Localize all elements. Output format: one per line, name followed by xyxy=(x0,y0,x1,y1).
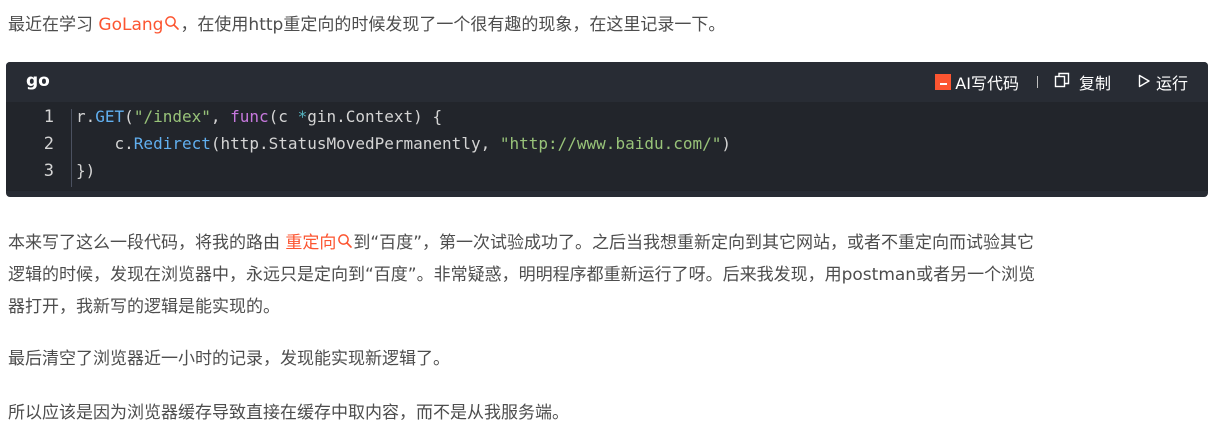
search-icon xyxy=(337,233,353,249)
copy-icon xyxy=(1054,72,1070,92)
code-token: gin.Context) { xyxy=(307,107,443,126)
run-button[interactable]: 运行 xyxy=(1137,70,1188,94)
code-token: ) xyxy=(721,134,732,153)
code-content[interactable]: 1 r.GET("/index", func(c *gin.Context) { 2… xyxy=(6,102,1208,191)
code-line: 3}) xyxy=(6,157,1208,184)
copy-label: 复制 xyxy=(1078,74,1111,93)
code-token: ( xyxy=(124,107,134,126)
line-number-divider xyxy=(71,109,72,187)
run-label: 运行 xyxy=(1155,74,1188,93)
search-icon xyxy=(164,15,180,31)
code-token: * xyxy=(297,107,308,126)
line-number: 1 xyxy=(43,106,54,127)
intro-paragraph: 最近在学习 GoLang ，在使用http重定向的时候发现了一个很有趣的现象，在这… xyxy=(8,9,1208,41)
code-token: GET xyxy=(95,107,125,126)
code-line-text: c.Redirect(http.StatusMovedPermanently, … xyxy=(62,134,732,153)
code-toolbar: AI写代码 复制 运行 xyxy=(935,70,1188,94)
keyword-link-golang[interactable]: GoLang xyxy=(98,15,180,35)
code-token: (c xyxy=(268,107,298,126)
ai-code-label: AI写代码 xyxy=(955,74,1019,93)
code-line-text: }) xyxy=(62,161,95,180)
keyword-link-redirect[interactable]: 重定向 xyxy=(285,233,353,253)
explanation-paragraph: 本来写了这么一段代码，将我的路由 重定向 到“百度”，第一次试验成功了。之后当我想… xyxy=(8,227,1208,323)
explanation-text-before: 本来写了这么一段代码，将我的路由 xyxy=(8,233,286,253)
code-token: func xyxy=(230,107,269,126)
code-token: "/index" xyxy=(133,107,211,126)
code-language-label: go xyxy=(26,71,50,91)
code-token: "http://www.baidu.com/" xyxy=(499,134,722,153)
code-token: , xyxy=(210,107,231,126)
explanation-line-1: 本来写了这么一段代码，将我的路由 重定向 到“百度”，第一次试验成功了。之后当我想… xyxy=(8,227,1208,259)
code-block: go AI写代码 复制 运行 1 r.GET("/index", func(c … xyxy=(6,62,1208,197)
intro-text-before: 最近在学习 xyxy=(8,15,99,35)
code-token: c. xyxy=(76,134,134,153)
code-token: r. xyxy=(76,107,96,126)
code-line: 2 c.Redirect(http.StatusMovedPermanently… xyxy=(6,130,1208,157)
intro-text-after: ，在使用http重定向的时候发现了一个很有趣的现象，在这里记录一下。 xyxy=(180,15,726,35)
copy-button[interactable]: 复制 xyxy=(1054,70,1111,94)
code-line-text: r.GET("/index", func(c *gin.Context) { xyxy=(62,107,442,126)
keyword-link-label: GoLang xyxy=(98,15,164,35)
line-number: 2 xyxy=(43,133,54,154)
code-line: 1 r.GET("/index", func(c *gin.Context) { xyxy=(6,103,1208,130)
explanation-text-after: 到“百度”，第一次试验成功了。之后当我想重新定向到其它网站，或者不重定向而试验其… xyxy=(353,233,1035,253)
keyword-link-label: 重定向 xyxy=(285,233,337,253)
explanation-line-2: 逻辑的时候，发现在浏览器中，永远只是定向到“百度”。非常疑惑，明明程序都重新运行… xyxy=(8,265,1036,285)
code-header: go AI写代码 复制 运行 xyxy=(6,62,1208,102)
result-paragraph: 最后清空了浏览器近一小时的记录，发现能实现新逻辑了。 xyxy=(8,349,450,369)
toolbar-divider xyxy=(1036,76,1038,88)
code-token: (http.StatusMovedPermanently, xyxy=(210,134,500,153)
line-number: 3 xyxy=(43,160,54,181)
code-token: }) xyxy=(76,161,96,180)
code-token: Redirect xyxy=(133,134,211,153)
ai-code-icon xyxy=(935,74,952,90)
conclusion-paragraph: 所以应该是因为浏览器缓存导致直接在缓存中取内容，而不是从我服务端。 xyxy=(8,403,569,423)
explanation-line-3: 器打开，我新写的逻辑是能实现的。 xyxy=(8,297,280,317)
ai-code-button[interactable]: AI写代码 xyxy=(935,70,1019,94)
play-icon xyxy=(1137,73,1151,92)
